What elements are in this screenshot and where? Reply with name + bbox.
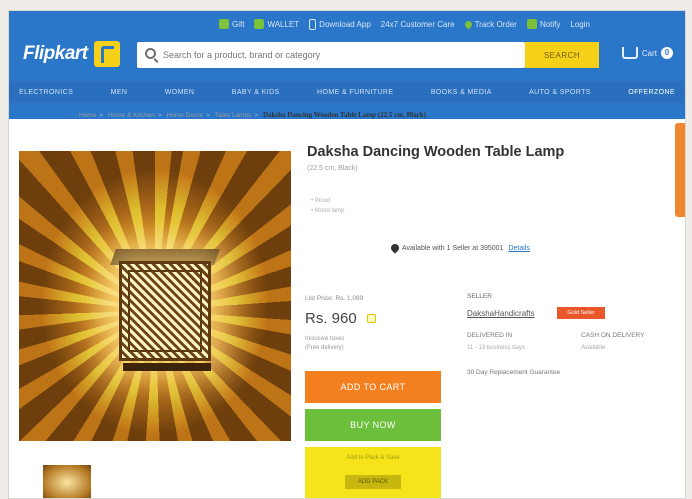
availability-details-link[interactable]: Details	[508, 245, 529, 252]
lamp-body	[119, 261, 211, 361]
search-box	[137, 42, 525, 68]
breadcrumb-current: Daksha Dancing Wooden Table Lamp (22.5 c…	[262, 111, 427, 119]
side-feedback-tab[interactable]	[675, 123, 685, 217]
availability-text: Available with 1 Seller at 395001	[402, 244, 504, 252]
breadcrumb-item[interactable]: Home Decor	[167, 112, 203, 119]
top-link-gift[interactable]: Gift	[219, 19, 244, 29]
top-link-customer-care[interactable]: 24x7 Customer Care	[381, 20, 455, 29]
location-pin-icon	[389, 242, 401, 254]
buy-now-button[interactable]: BUY NOW	[305, 409, 441, 441]
phone-icon	[309, 18, 317, 30]
wallet-icon	[254, 19, 265, 29]
cart-button[interactable]: Cart 0	[621, 47, 673, 59]
flipkart-logo[interactable]: Flipkart	[23, 41, 120, 67]
cart-icon	[621, 47, 638, 59]
cod-label: CASH ON DELIVERY	[581, 332, 645, 339]
nav-item-home-furniture[interactable]: HOME & FURNITURE	[317, 89, 393, 96]
site-header: Gift WALLET Download App 24x7 Customer C…	[9, 11, 685, 119]
add-to-cart-button[interactable]: ADD TO CART	[305, 371, 441, 403]
breadcrumb: Home > Home & Kitchen > Home Decor > Table …	[79, 111, 427, 119]
browser-frame: Gift WALLET Download App 24x7 Customer C…	[8, 10, 686, 499]
seller-badge: Gold Seller	[557, 307, 605, 319]
availability-info: Available with 1 Seller at 395001 Detail…	[389, 242, 530, 254]
replacement-guarantee: 30 Day Replacement Guarantee	[467, 369, 561, 376]
top-link-login[interactable]: Login	[570, 20, 590, 29]
search-input[interactable]	[163, 46, 513, 64]
top-link-label: Download App	[319, 19, 371, 29]
nav-item-women[interactable]: WOMEN	[165, 89, 195, 96]
price-row: Rs. 960	[305, 310, 376, 327]
breadcrumb-item[interactable]: Home	[79, 112, 96, 119]
product-thumbnail[interactable]	[43, 465, 91, 498]
shopping-bag-logo-icon	[93, 41, 120, 67]
top-link-label: WALLET	[267, 19, 300, 29]
search-icon	[145, 48, 156, 59]
cart-label: Cart	[641, 48, 657, 58]
top-link-download-app[interactable]: Download App	[309, 18, 371, 30]
highlight-item: • Mood lamp	[311, 208, 345, 214]
seller-label: SELLER	[467, 293, 492, 300]
top-link-label: Track Order	[474, 19, 517, 29]
nav-item-baby-kids[interactable]: BABY & KIDS	[232, 89, 280, 96]
highlight-item: • Wood	[311, 198, 331, 204]
lamp-base	[123, 363, 211, 371]
product-title: Daksha Dancing Wooden Table Lamp	[307, 144, 565, 160]
breadcrumb-item[interactable]: Table Lamps	[215, 112, 252, 119]
top-link-notify[interactable]: Notify	[526, 19, 561, 29]
bell-icon	[526, 19, 537, 29]
logo-text: Flipkart	[23, 43, 88, 64]
seller-name-link[interactable]: DakshaHandicrafts	[467, 309, 535, 318]
list-price: List Price: Rs. 1,099	[305, 295, 364, 302]
product-highlights: • Wood • Mood lamp	[311, 196, 344, 216]
search-button[interactable]: SEARCH	[525, 42, 599, 68]
cod-value: Available	[581, 345, 606, 351]
price-note-delivery: (Free delivery)	[305, 345, 344, 351]
pack-offer-label: Add to Pack & Save	[346, 455, 400, 461]
nav-item-offerzone[interactable]: OFFERZONE	[628, 89, 675, 96]
delivery-label: DELIVERED IN	[467, 332, 513, 339]
cart-count-badge: 0	[661, 47, 673, 59]
category-nav: ELECTRONICS MEN WOMEN BABY & KIDS HOME &…	[9, 81, 685, 103]
delivery-value: 11 - 13 business days	[467, 345, 525, 351]
add-pack-button[interactable]: ADD PACK	[345, 475, 401, 489]
top-link-label: Login	[570, 19, 590, 29]
product-subtitle: (22.5 cm, Black)	[307, 165, 358, 172]
price-note-taxes: Inclusive taxes	[305, 336, 345, 342]
top-link-label: Notify	[539, 19, 561, 29]
nav-item-men[interactable]: MEN	[111, 89, 128, 96]
product-image[interactable]	[19, 151, 291, 441]
gift-icon	[219, 19, 229, 29]
location-pin-icon	[463, 19, 474, 29]
price-note: Inclusive taxes (Free delivery)	[305, 335, 344, 353]
top-link-wallet[interactable]: WALLET	[254, 19, 299, 29]
top-link-label: Gift	[232, 19, 245, 29]
top-link-track-order[interactable]: Track Order	[463, 19, 517, 29]
nav-item-electronics[interactable]: ELECTRONICS	[19, 89, 73, 96]
top-links-bar: Gift WALLET Download App 24x7 Customer C…	[219, 14, 675, 34]
pack-offer-box: Add to Pack & Save ADD PACK	[305, 447, 441, 498]
price-info-icon[interactable]	[366, 314, 376, 323]
top-link-label: 24x7 Customer Care	[380, 19, 455, 29]
selling-price: Rs. 960	[305, 310, 357, 327]
nav-item-books-media[interactable]: BOOKS & MEDIA	[431, 89, 492, 96]
breadcrumb-item[interactable]: Home & Kitchen	[108, 112, 155, 119]
nav-item-auto-sports[interactable]: AUTO & SPORTS	[529, 89, 591, 96]
